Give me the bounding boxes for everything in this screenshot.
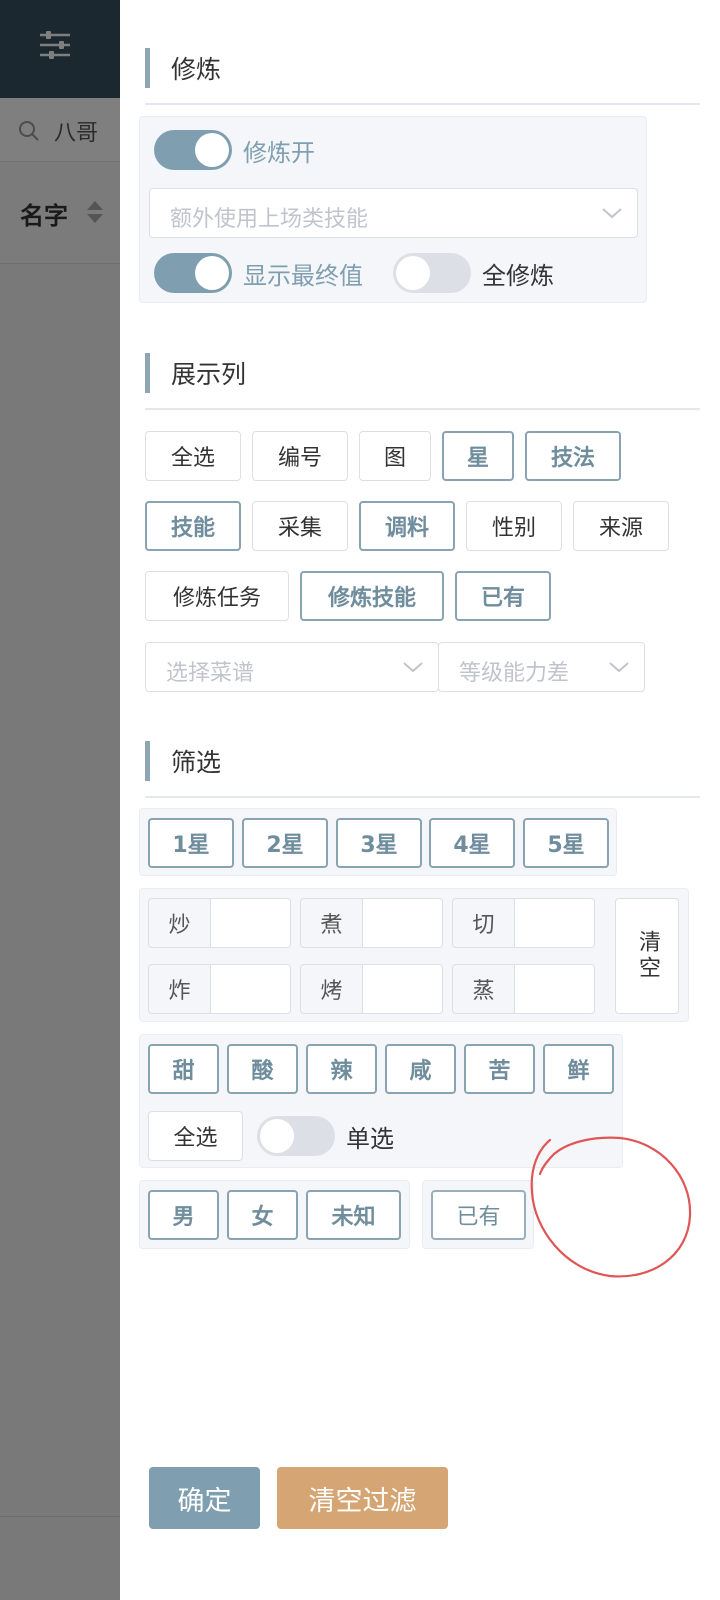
- gender-btn-unknown[interactable]: 未知: [306, 1190, 401, 1240]
- star-btn-2[interactable]: 2星: [242, 818, 328, 868]
- annotation-circle: [530, 1136, 692, 1278]
- column-btn-star[interactable]: 星: [442, 431, 514, 481]
- section-title: 修炼: [171, 55, 222, 84]
- star-btn-5[interactable]: 5星: [523, 818, 609, 868]
- gender-filter-panel: 男 女 未知: [139, 1180, 410, 1249]
- column-btn-gather[interactable]: 采集: [252, 501, 348, 551]
- all-cultivate-label: 全修炼: [482, 262, 554, 290]
- column-btn-image[interactable]: 图: [359, 431, 431, 481]
- section-bar: [145, 741, 150, 781]
- section-bar: [145, 48, 150, 88]
- drawer-overlay[interactable]: [0, 0, 120, 1600]
- column-btn-cultivation-skill[interactable]: 修炼技能: [300, 571, 444, 621]
- all-cultivate-toggle[interactable]: [393, 253, 471, 293]
- extra-skill-select[interactable]: 额外使用上场类技能: [149, 188, 638, 238]
- technique-input-boil[interactable]: [362, 898, 443, 948]
- column-btn-id[interactable]: 编号: [252, 431, 348, 481]
- recipe-placeholder: 选择菜谱: [166, 661, 255, 686]
- column-btn-seasoning[interactable]: 调料: [359, 501, 455, 551]
- technique-input-cut[interactable]: [514, 898, 595, 948]
- technique-filter-panel: 炒 煮 切 炸 烤 蒸 清空: [139, 888, 689, 1022]
- column-btn-gender[interactable]: 性别: [466, 501, 562, 551]
- technique-input-deep-fry[interactable]: [210, 964, 291, 1014]
- gender-btn-male[interactable]: 男: [148, 1190, 219, 1240]
- flavor-btn-salty[interactable]: 咸: [385, 1044, 456, 1094]
- show-final-label: 显示最终值: [243, 262, 363, 290]
- star-btn-4[interactable]: 4星: [429, 818, 515, 868]
- technique-label-deep-fry: 炸: [148, 964, 210, 1014]
- star-btn-3[interactable]: 3星: [336, 818, 422, 868]
- technique-input-stir-fry[interactable]: [210, 898, 291, 948]
- technique-label-roast: 烤: [300, 964, 362, 1014]
- technique-clear-button[interactable]: 清空: [615, 898, 679, 1014]
- column-btn-cultivation-task[interactable]: 修炼任务: [145, 571, 289, 621]
- section-cultivation: 修炼: [145, 48, 221, 88]
- single-select-label: 单选: [346, 1125, 394, 1153]
- cultivation-toggle-label: 修炼开: [243, 139, 315, 167]
- chevron-down-icon: [609, 662, 629, 673]
- level-diff-placeholder: 等级能力差: [459, 661, 570, 686]
- chevron-down-icon: [403, 662, 423, 673]
- extra-skill-placeholder: 额外使用上场类技能: [170, 207, 369, 232]
- divider: [145, 796, 700, 798]
- show-final-toggle[interactable]: [154, 253, 232, 293]
- cultivation-toggle[interactable]: [154, 130, 232, 170]
- star-btn-1[interactable]: 1星: [148, 818, 234, 868]
- gender-btn-female[interactable]: 女: [227, 1190, 298, 1240]
- section-columns: 展示列: [145, 353, 246, 393]
- single-select-toggle[interactable]: [257, 1116, 335, 1156]
- technique-label-stir-fry: 炒: [148, 898, 210, 948]
- flavor-select-all-button[interactable]: 全选: [148, 1111, 243, 1161]
- section-title: 展示列: [171, 360, 247, 389]
- chevron-down-icon: [602, 208, 622, 219]
- flavor-btn-sweet[interactable]: 甜: [148, 1044, 219, 1094]
- section-title: 筛选: [171, 748, 222, 777]
- column-btn-technique[interactable]: 技法: [525, 431, 621, 481]
- star-filter-panel: 1星 2星 3星 4星 5星: [139, 808, 617, 876]
- technique-label-boil: 煮: [300, 898, 362, 948]
- divider: [145, 408, 700, 410]
- flavor-btn-bitter[interactable]: 苦: [464, 1044, 535, 1094]
- filter-drawer: 修炼 修炼开 额外使用上场类技能 显示最终值 全修炼 展示列 全选 编号 图 星…: [120, 0, 720, 1600]
- clear-filter-button[interactable]: 清空过滤: [277, 1467, 448, 1529]
- owned-filter-panel: 已有: [422, 1180, 534, 1249]
- section-filter: 筛选: [145, 741, 221, 781]
- flavor-btn-spicy[interactable]: 辣: [306, 1044, 377, 1094]
- column-btn-source[interactable]: 来源: [573, 501, 669, 551]
- flavor-btn-umami[interactable]: 鲜: [543, 1044, 614, 1094]
- column-btn-skill[interactable]: 技能: [145, 501, 241, 551]
- cultivation-panel: 修炼开 额外使用上场类技能 显示最终值 全修炼: [139, 116, 647, 303]
- section-bar: [145, 353, 150, 393]
- owned-filter-button[interactable]: 已有: [431, 1190, 526, 1240]
- technique-input-steam[interactable]: [514, 964, 595, 1014]
- level-diff-select[interactable]: 等级能力差: [438, 642, 645, 692]
- technique-input-roast[interactable]: [362, 964, 443, 1014]
- recipe-select[interactable]: 选择菜谱: [145, 642, 439, 692]
- technique-label-steam: 蒸: [452, 964, 514, 1014]
- column-btn-owned[interactable]: 已有: [455, 571, 551, 621]
- column-btn-select-all[interactable]: 全选: [145, 431, 241, 481]
- technique-label-cut: 切: [452, 898, 514, 948]
- flavor-btn-sour[interactable]: 酸: [227, 1044, 298, 1094]
- divider: [145, 103, 700, 105]
- confirm-button[interactable]: 确定: [149, 1467, 260, 1529]
